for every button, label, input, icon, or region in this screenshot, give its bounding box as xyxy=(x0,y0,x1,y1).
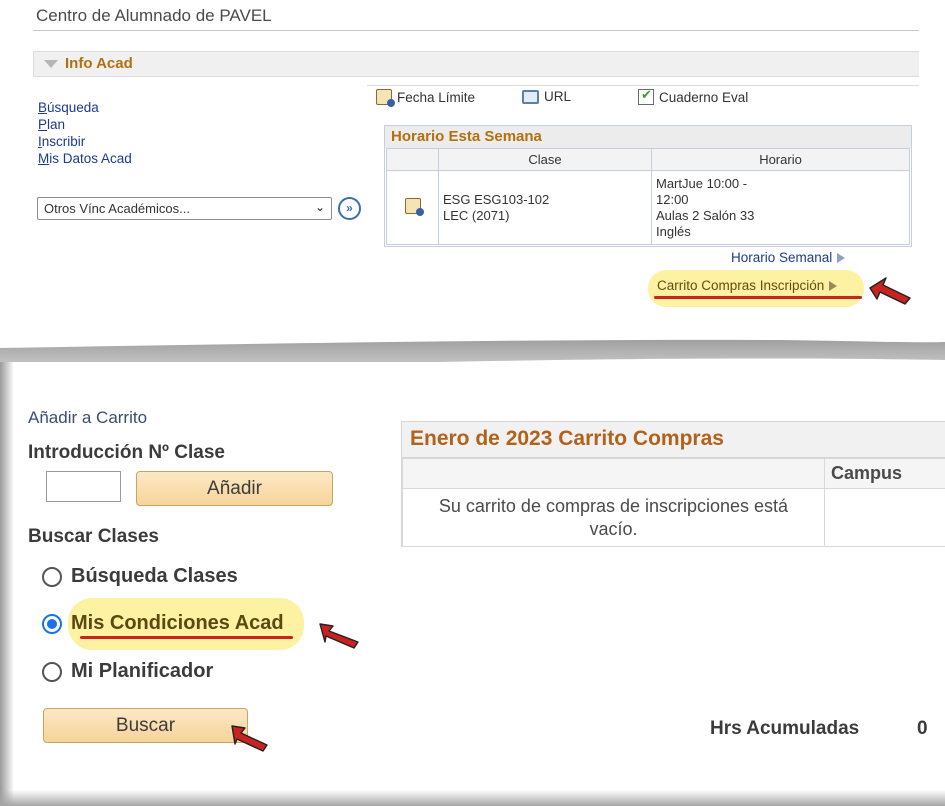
cart-table: Campus Su carrito de compras de inscripc… xyxy=(402,458,945,547)
search-classes-label: Buscar Clases xyxy=(28,526,159,547)
radio-label: Mi Planificador xyxy=(71,660,214,682)
radio-class-search[interactable]: Búsqueda Clases xyxy=(42,565,238,588)
campus-cell xyxy=(824,488,945,547)
nav-link-enroll[interactable]: Inscribir xyxy=(38,133,132,150)
monitor-icon xyxy=(522,89,539,104)
checkbox-icon xyxy=(638,87,654,105)
nav-link-plan[interactable]: Plan xyxy=(38,116,132,133)
arrow-right-icon xyxy=(829,281,838,292)
radio-my-academic-requirements[interactable]: Mis Condiciones Acad xyxy=(42,612,284,635)
accumulated-hours-label: Hrs Acumuladas xyxy=(710,718,860,739)
annotation-arrow-icon xyxy=(319,623,359,649)
chevron-down-icon: ⌄ xyxy=(314,200,325,214)
radio-button[interactable] xyxy=(42,661,62,682)
add-button[interactable]: Añadir xyxy=(136,471,333,506)
empty-cart-message: Su carrito de compras de inscripciones e… xyxy=(402,488,825,547)
academic-nav-links: Búsqueda Plan Inscribir Mis Datos Acad xyxy=(38,99,132,167)
url-label: URL xyxy=(544,89,572,104)
class-number-label: Introducción Nº Clase xyxy=(28,442,225,463)
weekly-schedule-box: Horario Esta Semana Clase Horario ESG ES… xyxy=(384,125,912,247)
title-divider xyxy=(33,30,919,31)
gradebook-link[interactable]: Cuaderno Eval xyxy=(638,87,749,105)
annotation-arrow-icon xyxy=(231,725,268,752)
add-to-cart-panel: Añadir a Carrito Introducción Nº Clase A… xyxy=(0,362,945,806)
deadline-label: Fecha Límite xyxy=(397,89,476,105)
collapse-triangle-icon[interactable] xyxy=(44,60,58,68)
add-to-cart-title: Añadir a Carrito xyxy=(28,408,148,427)
accumulated-hours-value: 0 xyxy=(917,718,928,739)
time-days: MartJue 10:00 - xyxy=(656,175,748,191)
double-chevron-right-icon: » xyxy=(346,201,353,215)
radio-label: Búsqueda Clases xyxy=(71,565,238,587)
class-code: ESG ESG103-102 xyxy=(443,191,550,207)
search-button[interactable]: Buscar xyxy=(43,708,248,743)
info-acad-section-header[interactable]: Info Acad xyxy=(33,51,919,77)
shopping-cart-box: Enero de 2023 Carrito Compras Campus Su … xyxy=(401,421,945,547)
go-button[interactable]: » xyxy=(338,197,361,220)
time-column-header: Horario xyxy=(651,148,910,171)
language: Inglés xyxy=(656,223,691,239)
campus-column-header: Campus xyxy=(824,458,945,489)
class-number-input[interactable] xyxy=(46,471,121,502)
enrollment-cart-label: Carrito Compras Inscripción xyxy=(657,278,825,293)
red-underline xyxy=(80,636,293,639)
gradebook-label: Cuaderno Eval xyxy=(659,89,749,105)
radio-label: Mis Condiciones Acad xyxy=(71,612,284,634)
schedule-title: Horario Esta Semana xyxy=(385,126,911,148)
select-value: Otros Vínc Académicos... xyxy=(44,201,190,216)
table-row: Su carrito de compras de inscripciones e… xyxy=(402,488,945,547)
calendar-icon xyxy=(376,89,395,107)
page-title: Centro de Alumnado de PAVEL xyxy=(36,6,272,25)
nav-link-my-academics[interactable]: Mis Datos Acad xyxy=(38,150,132,167)
icon-column-header xyxy=(386,148,439,171)
class-cell: ESG ESG103-102 LEC (2071) xyxy=(438,170,652,245)
schedule-table: Clase Horario ESG ESG103-102 LEC (2071) … xyxy=(386,148,910,245)
cart-title: Enero de 2023 Carrito Compras xyxy=(402,422,945,458)
red-underline xyxy=(654,296,862,299)
arrow-right-icon xyxy=(837,253,846,264)
weekly-schedule-link[interactable]: Horario Semanal xyxy=(731,250,846,265)
enrollment-cart-link[interactable]: Carrito Compras Inscripción xyxy=(657,278,838,293)
calendar-icon[interactable] xyxy=(404,197,424,216)
deadline-link[interactable]: Fecha Límite xyxy=(376,89,476,107)
page-shadow-left xyxy=(0,362,14,806)
annotation-arrow-icon xyxy=(869,277,911,305)
room: Aulas 2 Salón 33 xyxy=(656,207,755,223)
weekly-schedule-label: Horario Semanal xyxy=(731,250,833,265)
class-column-header: Clase xyxy=(438,148,652,171)
student-center-panel: Centro de Alumnado de PAVEL Info Acad Bú… xyxy=(0,0,945,340)
url-link[interactable]: URL xyxy=(522,89,571,104)
radio-my-planner[interactable]: Mi Planificador xyxy=(42,660,213,683)
class-detail-cell[interactable] xyxy=(386,170,439,245)
radio-button[interactable] xyxy=(42,566,62,587)
radio-button-selected[interactable] xyxy=(42,613,62,634)
time-cell: MartJue 10:00 - 12:00 Aulas 2 Salón 33 I… xyxy=(651,170,910,245)
nav-link-search[interactable]: Búsqueda xyxy=(38,99,132,116)
cart-blank-header xyxy=(402,458,825,489)
page-shadow-bottom xyxy=(0,790,945,806)
section-title: Info Acad xyxy=(65,55,133,72)
table-row: ESG ESG103-102 LEC (2071) MartJue 10:00 … xyxy=(386,170,910,245)
other-academic-links-select[interactable]: Otros Vínc Académicos... ⌄ xyxy=(37,197,332,220)
tools-divider xyxy=(367,85,919,86)
class-section: LEC (2071) xyxy=(443,207,510,223)
time-end: 12:00 xyxy=(656,191,689,207)
